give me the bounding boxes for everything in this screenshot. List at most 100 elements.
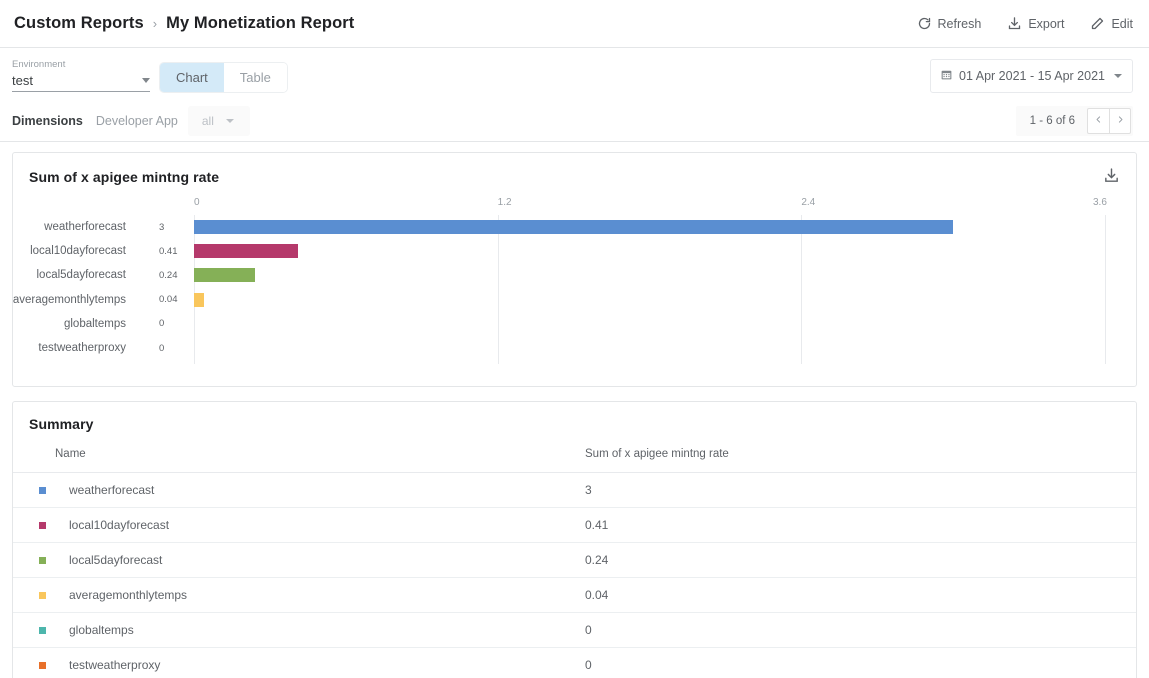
chart-value-label: 3 (159, 222, 164, 233)
table-header-value: Sum of x apigee mintng rate (585, 442, 1136, 473)
x-axis-tick-label: 2.4 (801, 197, 815, 208)
table-header-name: Name (55, 442, 585, 473)
row-color-swatch-cell (13, 613, 55, 648)
pagination-prev-button[interactable] (1087, 108, 1109, 134)
breadcrumb-separator-icon: › (153, 16, 157, 31)
dimension-name: Developer App (96, 114, 178, 128)
table-row[interactable]: weatherforecast3 (13, 473, 1136, 508)
table-row[interactable]: averagemonthlytemps0.04 (13, 578, 1136, 613)
export-label: Export (1028, 17, 1064, 31)
app-header: Custom Reports › My Monetization Report … (0, 0, 1149, 48)
chart-download-button[interactable] (1103, 167, 1120, 187)
summary-table: Name Sum of x apigee mintng rate weather… (13, 442, 1136, 678)
refresh-icon (917, 16, 932, 31)
pencil-icon (1090, 16, 1105, 31)
chart-bar-row: averagemonthlytemps0.04 (13, 288, 1136, 312)
table-header-row: Name Sum of x apigee mintng rate (13, 442, 1136, 473)
chart-card: Sum of x apigee mintng rate 0 1.2 2.4 3.6 w… (12, 152, 1137, 387)
row-value: 3 (585, 473, 1136, 508)
pagination-next-button[interactable] (1109, 108, 1131, 134)
chart-value-label: 0.41 (159, 246, 178, 257)
export-button[interactable]: Export (1007, 14, 1064, 33)
row-name: testweatherproxy (55, 648, 585, 678)
row-name: local10dayforecast (55, 508, 585, 543)
color-swatch (39, 487, 46, 494)
chart-bar-row: testweatherproxy0 (13, 336, 1136, 360)
tab-chart[interactable]: Chart (160, 63, 224, 92)
row-name: local5dayforecast (55, 543, 585, 578)
x-axis-tick-label: 3.6 (1093, 197, 1107, 208)
chart-category-label: globaltemps (0, 318, 126, 330)
color-swatch (39, 592, 46, 599)
chevron-down-icon (1114, 74, 1122, 78)
tab-table[interactable]: Table (224, 63, 287, 92)
chart-category-label: weatherforecast (0, 221, 126, 233)
chart-bar-row: weatherforecast3 (13, 215, 1136, 239)
breadcrumb-current: My Monetization Report (166, 14, 354, 33)
x-axis-tick-label: 0 (194, 197, 200, 208)
row-value: 0.04 (585, 578, 1136, 613)
dimensions-title: Dimensions (12, 114, 83, 128)
color-swatch (39, 557, 46, 564)
summary-card-header: Summary (13, 402, 1136, 436)
date-range-picker[interactable]: 01 Apr 2021 - 15 Apr 2021 (930, 59, 1133, 93)
page-content: Sum of x apigee mintng rate 0 1.2 2.4 3.6 w… (0, 142, 1149, 678)
row-color-swatch-cell (13, 473, 55, 508)
dimension-filter-select[interactable]: all (188, 106, 250, 136)
edit-button[interactable]: Edit (1090, 14, 1133, 33)
chevron-right-icon (1116, 114, 1125, 128)
row-name: averagemonthlytemps (55, 578, 585, 613)
bar-chart: 0 1.2 2.4 3.6 weatherforecast3local10dayfor… (13, 197, 1136, 372)
chart-bar[interactable] (194, 220, 953, 234)
chevron-down-icon (142, 78, 150, 83)
controls-bar: Environment test Chart Table 01 Apr 2021… (0, 48, 1149, 100)
row-value: 0 (585, 648, 1136, 678)
breadcrumb: Custom Reports › My Monetization Report (14, 14, 354, 33)
dimensions-bar: Dimensions Developer App all 1 - 6 of 6 (0, 100, 1149, 142)
row-color-swatch-cell (13, 543, 55, 578)
table-row[interactable]: testweatherproxy0 (13, 648, 1136, 678)
row-color-swatch-cell (13, 648, 55, 678)
row-name: weatherforecast (55, 473, 585, 508)
chart-bar[interactable] (194, 293, 204, 307)
chart-value-label: 0.04 (159, 294, 178, 305)
chart-title: Sum of x apigee mintng rate (29, 169, 219, 185)
view-toggle: Chart Table (160, 63, 287, 92)
chart-value-label: 0 (159, 318, 164, 329)
download-icon (1103, 172, 1120, 187)
edit-label: Edit (1111, 17, 1133, 31)
color-swatch (39, 662, 46, 669)
table-header-swatch (13, 442, 55, 473)
row-color-swatch-cell (13, 578, 55, 613)
x-axis-tick-label: 1.2 (498, 197, 512, 208)
chevron-down-icon (226, 119, 234, 123)
table-row[interactable]: local10dayforecast0.41 (13, 508, 1136, 543)
chart-bar-row: globaltemps0 (13, 312, 1136, 336)
row-name: globaltemps (55, 613, 585, 648)
row-value: 0.41 (585, 508, 1136, 543)
chart-bar[interactable] (194, 244, 298, 258)
chart-bar-row: local10dayforecast0.41 (13, 239, 1136, 263)
pagination-label: 1 - 6 of 6 (1030, 115, 1075, 127)
environment-select[interactable]: Environment test (12, 59, 150, 92)
refresh-label: Refresh (938, 17, 982, 31)
table-row[interactable]: globaltemps0 (13, 613, 1136, 648)
chart-bars: weatherforecast3local10dayforecast0.41lo… (13, 215, 1136, 364)
row-value: 0 (585, 613, 1136, 648)
chevron-left-icon (1094, 114, 1103, 128)
breadcrumb-root[interactable]: Custom Reports (14, 14, 144, 33)
color-swatch (39, 627, 46, 634)
row-value: 0.24 (585, 543, 1136, 578)
dimension-filter-value: all (202, 114, 214, 128)
pagination: 1 - 6 of 6 (1016, 106, 1133, 136)
summary-card: Summary Name Sum of x apigee mintng rate… (12, 401, 1137, 678)
environment-label: Environment (12, 59, 150, 71)
table-row[interactable]: local5dayforecast0.24 (13, 543, 1136, 578)
chart-bar-row: local5dayforecast0.24 (13, 263, 1136, 287)
refresh-button[interactable]: Refresh (917, 14, 982, 33)
chart-bar[interactable] (194, 268, 255, 282)
chart-card-header: Sum of x apigee mintng rate (13, 153, 1136, 191)
chart-category-label: testweatherproxy (0, 342, 126, 354)
row-color-swatch-cell (13, 508, 55, 543)
color-swatch (39, 522, 46, 529)
